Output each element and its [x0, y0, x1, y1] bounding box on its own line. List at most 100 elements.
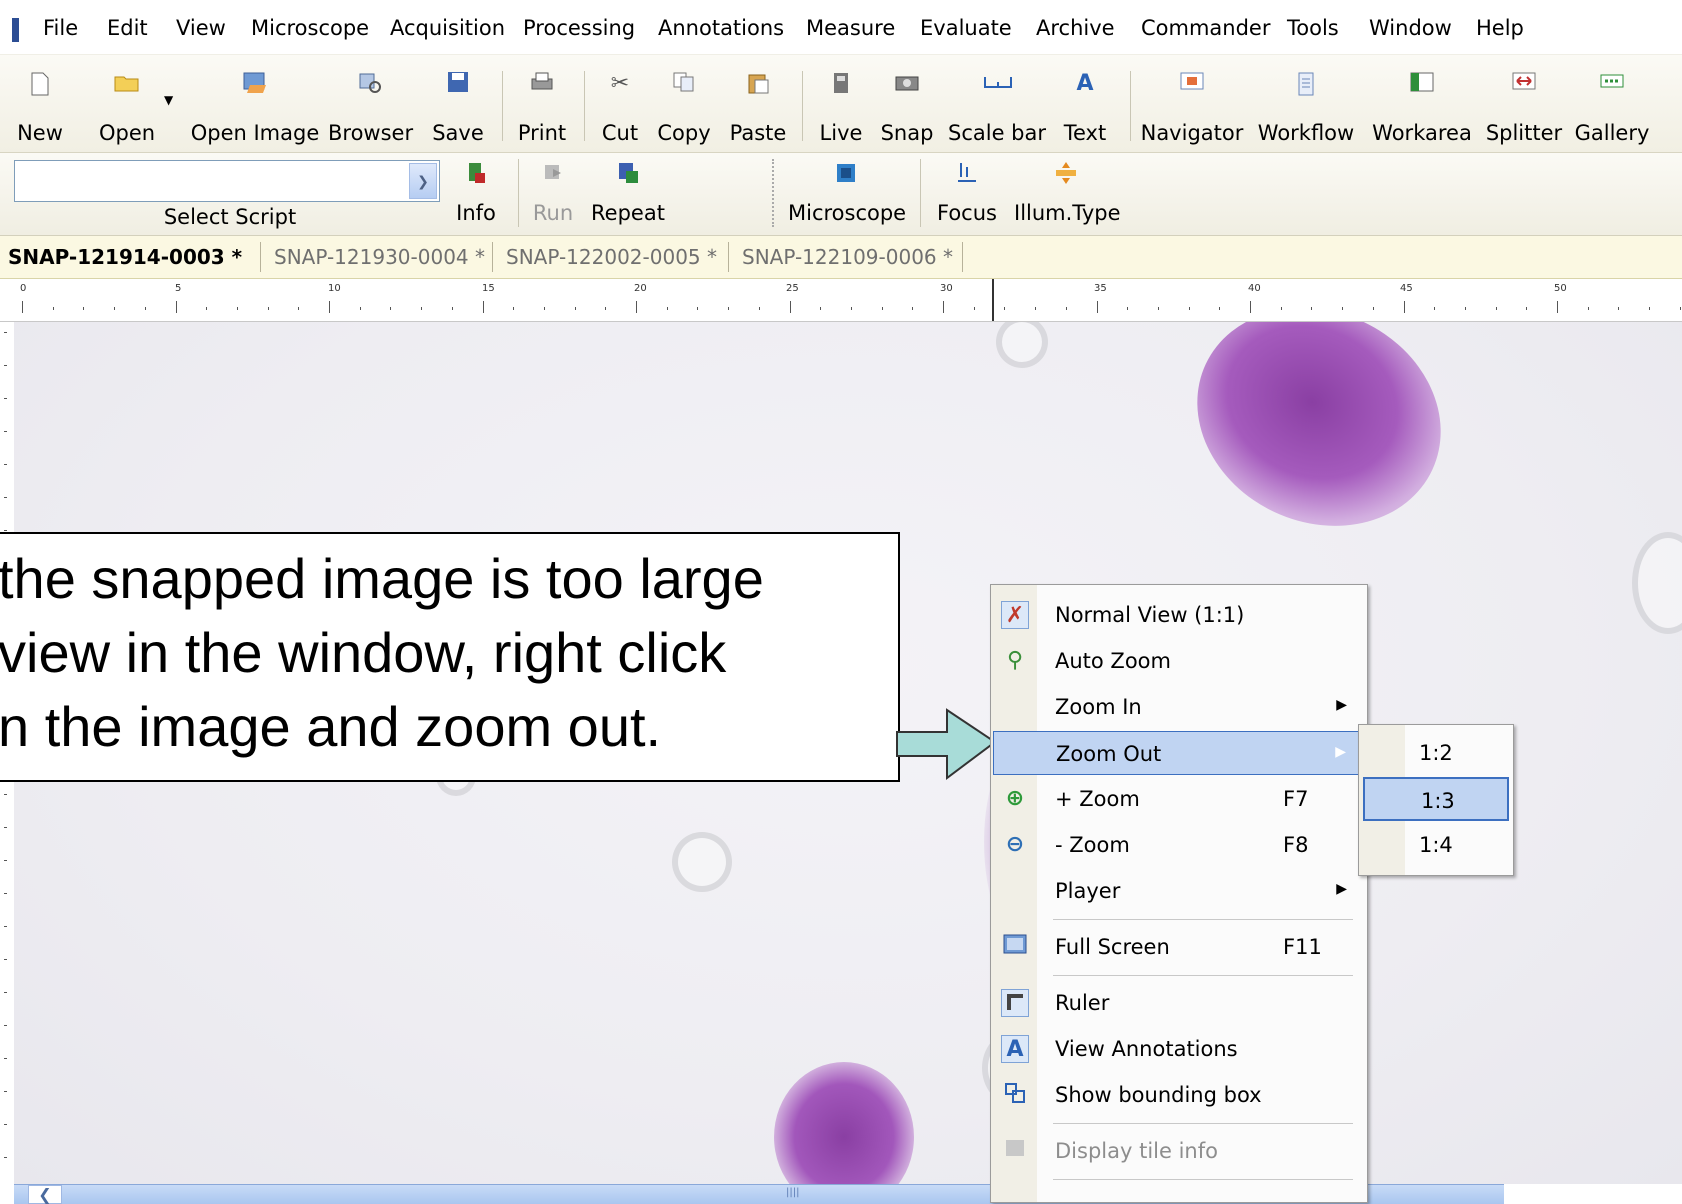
cut-button[interactable]: ✂ Cut [592, 65, 648, 145]
open-image-icon [242, 71, 268, 97]
text-tool-icon: A [1076, 71, 1094, 96]
open-image-button[interactable]: Open Image [190, 65, 320, 145]
scroll-left-icon[interactable]: ❮ [28, 1185, 62, 1204]
auto-zoom-icon: ⚲ [1006, 648, 1024, 673]
menu-acquisition[interactable]: Acquisition [390, 16, 505, 40]
workflow-button[interactable]: Workflow [1256, 65, 1356, 145]
toolbar-separator [518, 159, 519, 227]
ruler-icon [1001, 989, 1029, 1017]
scroll-thumb-grip-icon[interactable]: |||| [786, 1187, 799, 1198]
menu-processing[interactable]: Processing [523, 16, 635, 40]
copy-button[interactable]: Copy [654, 65, 714, 145]
menu-archive[interactable]: Archive [1036, 16, 1115, 40]
ruler-tick [1495, 307, 1497, 310]
menu-item-full-screen[interactable]: Full Screen F11 [993, 925, 1365, 969]
ruler-label: 25 [786, 283, 799, 294]
menu-item-auto-zoom[interactable]: ⚲ Auto Zoom [993, 639, 1365, 683]
tab-snap-0005[interactable]: SNAP-122002-0005 * [506, 236, 717, 278]
snap-button[interactable]: Snap [876, 65, 938, 145]
menu-view[interactable]: View [176, 16, 226, 40]
browser-button[interactable]: Browser [328, 65, 413, 145]
menu-item-show-bounding-box[interactable]: Show bounding box [993, 1073, 1365, 1117]
ruler-tick [4, 1124, 7, 1125]
toolbar-separator [584, 71, 585, 141]
menu-evaluate[interactable]: Evaluate [920, 16, 1012, 40]
ruler-tick [236, 307, 238, 310]
scale-bar-button[interactable]: Scale bar [948, 65, 1046, 145]
document-tabs: SNAP-121914-0003 * SNAP-121930-0004 * SN… [0, 236, 1682, 279]
zoom-ratio-1-4[interactable]: 1:4 [1363, 823, 1509, 867]
run-button[interactable]: Run [526, 155, 580, 235]
script-select[interactable]: ❯ [14, 160, 440, 202]
tab-snap-0006[interactable]: SNAP-122109-0006 * [742, 236, 953, 278]
ruler-tick [267, 307, 269, 310]
ruler-tick [820, 307, 822, 310]
gallery-button[interactable]: Gallery [1574, 65, 1650, 145]
new-button[interactable]: New [10, 65, 70, 145]
air-bubble [672, 832, 732, 892]
text-button[interactable]: A Text [1054, 65, 1116, 145]
tab-snap-0004[interactable]: SNAP-121930-0004 * [274, 236, 485, 278]
print-button[interactable]: Print [512, 65, 572, 145]
menu-item-zoom-in[interactable]: Zoom In ▶ [993, 685, 1365, 729]
microscope-button[interactable]: Microscope [788, 155, 906, 235]
save-button[interactable]: Save [426, 65, 490, 145]
info-button[interactable]: Info [448, 155, 504, 235]
menu-item-minus-zoom[interactable]: ⊖ - Zoom F8 [993, 823, 1365, 867]
open-dropdown-icon[interactable]: ▼ [164, 93, 173, 107]
floppy-disk-icon [445, 71, 471, 97]
callout-line: view in the window, right click [0, 621, 727, 684]
zoom-ratio-1-2[interactable]: 1:2 [1363, 731, 1509, 775]
repeat-button[interactable]: Repeat [588, 155, 668, 235]
menu-item-normal-view[interactable]: ✗ Normal View (1:1) [993, 593, 1365, 637]
ruler-label: 0 [20, 283, 27, 294]
ruler-tick [83, 307, 85, 310]
paste-button[interactable]: Paste [724, 65, 792, 145]
menu-tools[interactable]: Tools [1287, 16, 1339, 40]
menu-item-ruler[interactable]: Ruler [993, 981, 1365, 1025]
select-script-label: Select Script [163, 205, 297, 229]
zoom-ratio-1-3[interactable]: 1:3 [1363, 777, 1509, 821]
menu-item-zoom-out[interactable]: Zoom Out ▶ [993, 731, 1365, 775]
menu-window[interactable]: Window [1369, 16, 1452, 40]
printer-icon [529, 71, 555, 97]
menu-file[interactable]: File [43, 16, 78, 40]
splitter-button[interactable]: Splitter [1482, 65, 1566, 145]
chevron-down-icon[interactable]: ❯ [409, 163, 437, 199]
ruler-tick [850, 307, 852, 310]
live-button[interactable]: Live [812, 65, 870, 145]
menu-edit[interactable]: Edit [107, 16, 148, 40]
ruler-label: 15 [482, 283, 495, 294]
ruler-tick [881, 307, 883, 310]
horizontal-ruler: 0 5 10 15 20 25 30 35 40 45 50 [0, 279, 1682, 322]
ruler-tick [22, 301, 23, 313]
ruler-tick [605, 307, 607, 310]
illumination-type-button[interactable]: Illum.Type [1014, 155, 1121, 235]
tab-snap-0003[interactable]: SNAP-121914-0003 * [8, 236, 242, 278]
navigator-button[interactable]: Navigator [1140, 65, 1244, 145]
menu-item-player[interactable]: Player ▶ [993, 869, 1365, 913]
ruler-tick [421, 307, 423, 310]
menu-item-display-tile-info[interactable]: Display tile info [993, 1129, 1365, 1173]
scissors-icon: ✂ [610, 71, 630, 96]
menu-annotations[interactable]: Annotations [658, 16, 784, 40]
menu-item-plus-zoom[interactable]: ⊕ + Zoom F7 [993, 777, 1365, 821]
ruler-tick [1004, 307, 1006, 310]
menu-microscope[interactable]: Microscope [251, 16, 369, 40]
menu-item-view-annotations[interactable]: A View Annotations [993, 1027, 1365, 1071]
open-button[interactable]: Open [92, 65, 162, 145]
ruler-tick [390, 307, 392, 310]
menu-measure[interactable]: Measure [806, 16, 895, 40]
focus-icon [954, 161, 980, 187]
focus-button[interactable]: Focus [932, 155, 1002, 235]
ruler-tick [1219, 307, 1221, 310]
toolbar-separator [502, 71, 503, 141]
workarea-button[interactable]: Workarea [1370, 65, 1474, 145]
menu-help[interactable]: Help [1476, 16, 1524, 40]
script-toolbar: ❯ Select Script Info Run Repeat Microsco… [0, 153, 1682, 236]
ruler-tick [329, 301, 330, 313]
menu-commander[interactable]: Commander [1141, 16, 1271, 40]
zoom-minus-icon: ⊖ [1005, 832, 1025, 857]
ruler-tick [513, 307, 515, 310]
ruler-label: 35 [1094, 283, 1107, 294]
